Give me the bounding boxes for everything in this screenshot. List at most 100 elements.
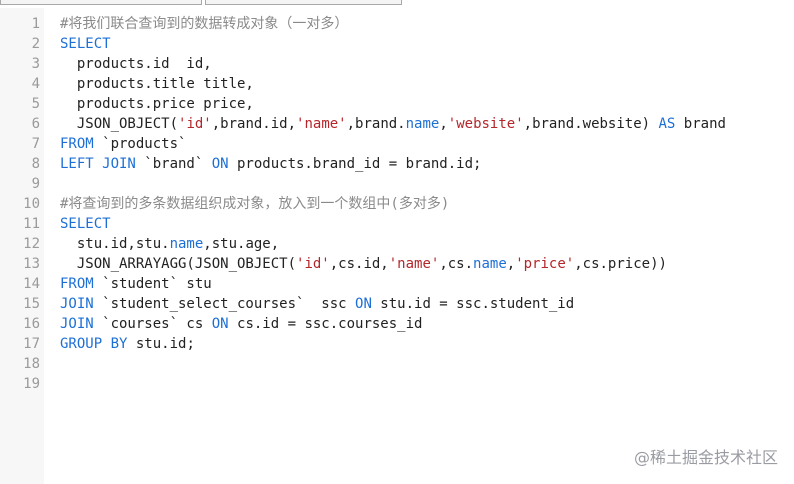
code-token: AS [658, 116, 676, 132]
code-text: JSON_ARRAYAGG(JSON_OBJECT('id',cs.id,'na… [60, 254, 667, 274]
code-token: ,stu.age, [203, 236, 280, 252]
code-text: SELECT [60, 214, 111, 234]
line-number: 12 [23, 236, 40, 252]
code-token: JOIN [60, 316, 94, 332]
line-number: 8 [31, 156, 40, 172]
code-line[interactable]: 6 JSON_OBJECT('id',brand.id,'name',brand… [0, 114, 794, 134]
code-token: SELECT [60, 216, 111, 232]
line-number: 17 [23, 336, 40, 352]
code-token: `courses` cs [93, 316, 212, 332]
code-token: cs.id = ssc.courses_id [228, 316, 423, 332]
line-number: 1 [31, 16, 40, 32]
code-line[interactable]: 5 products.price price, [0, 94, 794, 114]
code-token: , [506, 256, 516, 272]
line-number: 19 [23, 376, 40, 392]
code-text: JOIN `courses` cs ON cs.id = ssc.courses… [60, 314, 422, 334]
code-token: products.title title, [60, 76, 254, 92]
code-line[interactable]: 13 JSON_ARRAYAGG(JSON_OBJECT('id',cs.id,… [0, 254, 794, 274]
code-token: `student` stu [93, 276, 212, 292]
code-text: JSON_OBJECT('id',brand.id,'name',brand.n… [60, 114, 726, 134]
code-line[interactable]: 15 JOIN `student_select_courses` ssc ON s… [0, 294, 794, 314]
code-line[interactable]: 14 FROM `student` stu [0, 274, 794, 294]
line-number: 7 [31, 136, 40, 152]
code-token: 'name' [296, 116, 347, 132]
code-line[interactable]: 3 products.id id, [0, 54, 794, 74]
code-token: ,brand. [346, 116, 406, 132]
line-number: 9 [31, 176, 40, 192]
code-line[interactable]: 8 LEFT JOIN `brand` ON products.brand_id … [0, 154, 794, 174]
code-token: SELECT [60, 36, 111, 52]
code-token: 'id' [178, 116, 212, 132]
code-text: FROM `products` [60, 134, 186, 154]
code-line[interactable]: 2 SELECT [0, 34, 794, 54]
code-editor[interactable]: 1 #将我们联合查询到的数据转成对象（一对多） 2 SELECT 3 products.… [0, 8, 794, 484]
line-number: 2 [31, 36, 40, 52]
line-number: 5 [31, 96, 40, 112]
code-line[interactable]: 4 products.title title, [0, 74, 794, 94]
tab-2[interactable] [205, 0, 402, 5]
code-text: SELECT [60, 34, 111, 54]
code-token: 'name' [388, 256, 440, 272]
code-token: stu.id; [127, 336, 195, 352]
code-token: products.brand_id = brand.id; [228, 156, 482, 172]
code-token: 'price' [515, 256, 575, 272]
line-number: 18 [23, 356, 40, 372]
code-text: #将查询到的多条数据组织成对象，放入到一个数组中(多对多) [60, 194, 449, 214]
code-token: `student_select_courses` ssc [93, 296, 356, 312]
code-token: name [473, 256, 507, 272]
code-token: JOIN [60, 296, 94, 312]
code-token: stu.id,stu. [60, 236, 170, 252]
line-number: 16 [23, 316, 40, 332]
code-line[interactable]: 17 GROUP BY stu.id; [0, 334, 794, 354]
watermark: @稀土掘金技术社区 [633, 448, 778, 467]
code-token: ON [211, 316, 229, 332]
line-number: 3 [31, 56, 40, 72]
code-line[interactable]: 11 SELECT [0, 214, 794, 234]
code-token: ,cs.price)) [574, 256, 667, 272]
code-text: JOIN `student_select_courses` ssc ON stu… [60, 294, 574, 314]
code-text: GROUP BY stu.id; [60, 334, 195, 354]
code-token: 'website' [447, 116, 524, 132]
code-line[interactable]: 18 [0, 354, 794, 374]
code-line[interactable]: 12 stu.id,stu.name,stu.age, [0, 234, 794, 254]
line-number: 14 [23, 276, 40, 292]
code-text: FROM `student` stu [60, 274, 212, 294]
code-token: `products` [93, 136, 187, 152]
line-number: 10 [23, 196, 40, 212]
code-line[interactable]: 7 FROM `products` [0, 134, 794, 154]
code-token: ,brand.id, [211, 116, 297, 132]
code-token: ,cs. [439, 256, 474, 272]
code-line[interactable]: 16 JOIN `courses` cs ON cs.id = ssc.cours… [0, 314, 794, 334]
code-token: products.id id, [60, 56, 212, 72]
line-number: 11 [23, 216, 40, 232]
code-text: LEFT JOIN `brand` ON products.brand_id =… [60, 154, 481, 174]
code-text: products.id id, [60, 54, 212, 74]
tab-1[interactable] [0, 0, 202, 5]
code-text: #将我们联合查询到的数据转成对象（一对多） [60, 14, 348, 34]
code-token: JSON_OBJECT( [60, 116, 179, 132]
code-token: brand [675, 116, 726, 132]
code-token: FROM [60, 276, 94, 292]
code-token: ON [211, 156, 229, 172]
code-line[interactable]: 19 [0, 374, 794, 394]
code-line[interactable]: 1 #将我们联合查询到的数据转成对象（一对多） [0, 14, 794, 34]
code-token: , [439, 116, 448, 132]
tab-bar [0, 0, 794, 8]
code-text: products.title title, [60, 74, 254, 94]
code-token: name [405, 116, 440, 132]
code-line[interactable]: 10 #将查询到的多条数据组织成对象，放入到一个数组中(多对多) [0, 194, 794, 214]
code-token: ON [355, 296, 372, 312]
code-token: GROUP BY [60, 336, 128, 352]
code-token: ,brand.website) [523, 116, 659, 132]
line-number: 13 [23, 256, 40, 272]
code-token: #将我们联合查询到的数据转成对象（一对多） [60, 16, 349, 32]
code-token: name [169, 236, 204, 252]
line-number: 15 [23, 296, 40, 312]
code-token: #将查询到的多条数据组织成对象，放入到一个数组中(多对多) [60, 196, 450, 212]
code-token: products.price price, [60, 96, 254, 112]
code-token: JSON_ARRAYAGG(JSON_OBJECT( [60, 256, 297, 272]
code-token: 'id' [296, 256, 330, 272]
code-token: ,cs.id, [329, 256, 389, 272]
code-line[interactable]: 9 [0, 174, 794, 194]
code-token: FROM [60, 136, 94, 152]
